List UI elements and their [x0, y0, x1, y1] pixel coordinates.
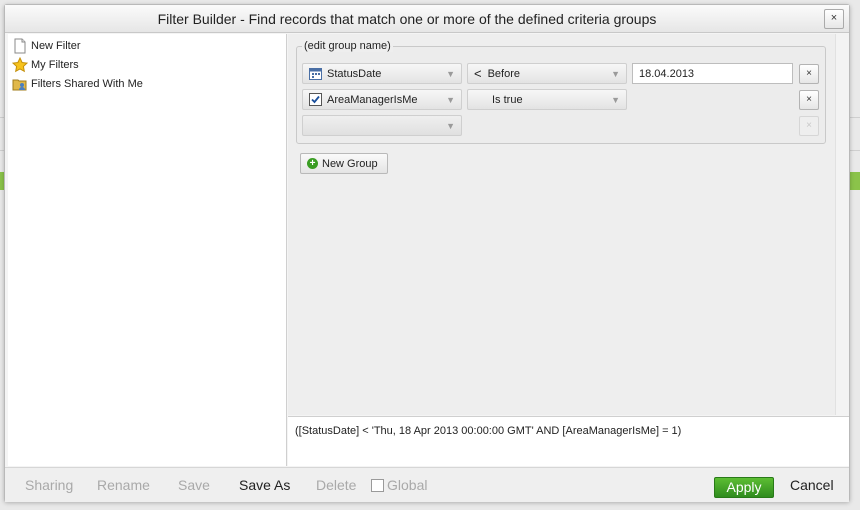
filter-builder-dialog: Filter Builder - Find records that match…	[4, 4, 850, 502]
global-toggle[interactable]: Global	[371, 477, 427, 493]
field-select-empty[interactable]: ▼	[302, 115, 462, 136]
field-select-value: AreaManagerIsMe	[327, 93, 418, 106]
operator-select-is-true[interactable]: Is true ▼	[467, 89, 627, 110]
sharing-button[interactable]: Sharing	[25, 477, 73, 493]
document-icon	[12, 38, 28, 54]
save-as-button[interactable]: Save As	[239, 477, 290, 493]
dialog-title: Filter Builder - Find records that match…	[157, 11, 657, 27]
chevron-down-icon: ▼	[611, 69, 620, 79]
calendar-icon	[309, 67, 322, 80]
new-group-button[interactable]: + New Group	[300, 153, 388, 174]
tree-item-my-filters[interactable]: My Filters	[11, 56, 79, 74]
tree-item-label: Filters Shared With Me	[31, 78, 143, 90]
close-button[interactable]: ×	[824, 9, 844, 29]
group-name-label[interactable]: (edit group name)	[302, 40, 393, 52]
save-button[interactable]: Save	[178, 477, 210, 493]
plus-icon: +	[307, 158, 318, 169]
tree-item-label: New Filter	[31, 40, 81, 52]
cancel-button[interactable]: Cancel	[790, 477, 834, 493]
criteria-scrollbar[interactable]	[835, 34, 849, 415]
tree-item-new-filter[interactable]: New Filter	[12, 37, 81, 55]
global-label: Global	[387, 477, 428, 493]
checkbox-icon	[309, 93, 322, 106]
criteria-editor: (edit group name) StatusDate ▼ < Before …	[288, 34, 835, 415]
dialog-toolbar: Sharing Rename Save Save As Delete Globa…	[5, 467, 849, 502]
chevron-down-icon: ▼	[446, 69, 455, 79]
tree-item-shared-filters[interactable]: Filters Shared With Me	[12, 75, 143, 93]
remove-criterion-button[interactable]: ×	[799, 64, 819, 84]
shared-folder-icon	[12, 76, 28, 92]
filter-tree: New Filter My Filters Filters Shared Wit…	[8, 34, 287, 466]
filter-expression-preview: ([StatusDate] < 'Thu, 18 Apr 2013 00:00:…	[288, 416, 849, 466]
date-value-input[interactable]: 18.04.2013	[632, 63, 793, 84]
operator-select-before[interactable]: < Before ▼	[467, 63, 627, 84]
field-select-status-date[interactable]: StatusDate ▼	[302, 63, 462, 84]
less-than-icon: <	[474, 66, 482, 81]
filter-expression-text: ([StatusDate] < 'Thu, 18 Apr 2013 00:00:…	[295, 425, 682, 437]
remove-criterion-button-disabled: ×	[799, 116, 819, 136]
global-checkbox[interactable]	[371, 478, 384, 492]
apply-button[interactable]: Apply	[714, 477, 774, 498]
delete-button[interactable]: Delete	[316, 477, 356, 493]
operator-select-value: Before	[487, 67, 521, 80]
rename-button[interactable]: Rename	[97, 477, 150, 493]
star-icon	[11, 56, 29, 73]
chevron-down-icon: ▼	[611, 95, 620, 105]
remove-criterion-button[interactable]: ×	[799, 90, 819, 110]
dialog-titlebar: Filter Builder - Find records that match…	[5, 5, 849, 33]
chevron-down-icon: ▼	[446, 95, 455, 105]
tree-item-label: My Filters	[31, 59, 79, 71]
field-select-area-manager[interactable]: AreaManagerIsMe ▼	[302, 89, 462, 110]
chevron-down-icon: ▼	[446, 121, 455, 131]
criteria-group: (edit group name) StatusDate ▼ < Before …	[296, 40, 826, 144]
field-select-value: StatusDate	[327, 67, 382, 80]
new-group-label: New Group	[322, 157, 378, 170]
operator-select-value: Is true	[492, 93, 523, 106]
